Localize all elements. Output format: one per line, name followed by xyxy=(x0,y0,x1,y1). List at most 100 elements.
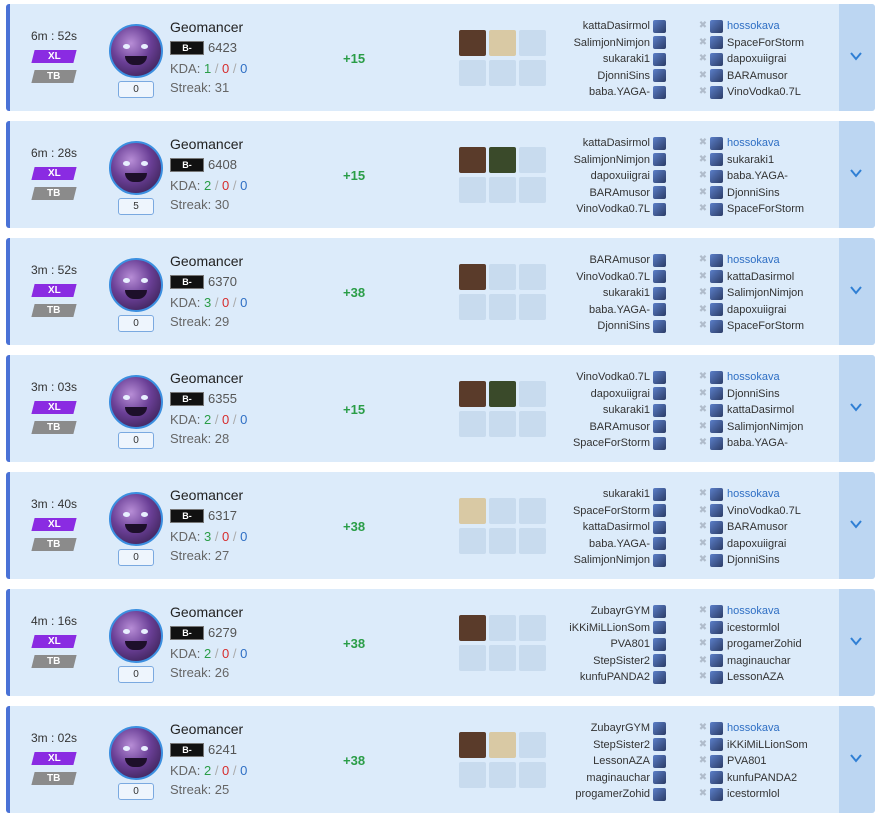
player-name[interactable]: maginauchar xyxy=(586,772,650,784)
team-left-player[interactable]: baba.YAGA- xyxy=(574,84,666,101)
team-right-player[interactable]: DjonniSins xyxy=(710,185,804,202)
team-right-player[interactable]: kattaDasirmol xyxy=(710,269,804,286)
player-name[interactable]: VinoVodka0.7L xyxy=(576,271,650,283)
team-right-player[interactable]: kunfuPANDA2 xyxy=(710,770,808,787)
match-card[interactable]: 3m : 40s XL TB 0 Geomancer B- 6317 KDA: 3 / 0 /… xyxy=(6,472,875,579)
player-name[interactable]: StepSister2 xyxy=(593,739,650,751)
player-name[interactable]: dapoxuiigrai xyxy=(727,304,786,316)
player-name[interactable]: sukaraki1 xyxy=(603,287,650,299)
match-card[interactable]: 6m : 28s XL TB 5 Geomancer B- 6408 KDA: 2 / 0 /… xyxy=(6,121,875,228)
player-name[interactable]: DjonniSins xyxy=(727,388,780,400)
team-right-player[interactable]: hossokava xyxy=(710,603,802,620)
player-name[interactable]: BARAmusor xyxy=(727,70,788,82)
team-left-player[interactable]: dapoxuiigrai xyxy=(573,386,666,403)
player-name[interactable]: sukaraki1 xyxy=(603,53,650,65)
player-name[interactable]: sukaraki1 xyxy=(727,154,774,166)
expand-button[interactable] xyxy=(839,706,875,813)
team-left-player[interactable]: SalimjonNimjon xyxy=(573,552,666,569)
player-name[interactable]: DjonniSins xyxy=(727,554,780,566)
team-right-player[interactable]: BARAmusor xyxy=(710,68,804,85)
team-right-player[interactable]: sukaraki1 xyxy=(710,152,804,169)
player-name[interactable]: icestormlol xyxy=(727,788,780,800)
player-name[interactable]: maginauchar xyxy=(727,655,791,667)
team-left-player[interactable]: PVA801 xyxy=(569,636,666,653)
player-name[interactable]: icestormlol xyxy=(727,622,780,634)
player-name[interactable]: sukaraki1 xyxy=(603,488,650,500)
team-right-player[interactable]: SalimjonNimjon xyxy=(710,285,804,302)
player-name[interactable]: DjonniSins xyxy=(727,187,780,199)
team-right-player[interactable]: dapoxuiigrai xyxy=(710,51,804,68)
player-name[interactable]: SalimjonNimjon xyxy=(727,421,803,433)
player-name[interactable]: kattaDasirmol xyxy=(583,521,650,533)
match-card[interactable]: 3m : 52s XL TB 0 Geomancer B- 6370 KDA: 3 / 0 /… xyxy=(6,238,875,345)
team-right-player[interactable]: baba.YAGA- xyxy=(710,168,804,185)
expand-button[interactable] xyxy=(839,238,875,345)
team-right-player[interactable]: PVA801 xyxy=(710,753,808,770)
player-name[interactable]: StepSister2 xyxy=(593,655,650,667)
team-left-player[interactable]: StepSister2 xyxy=(575,737,666,754)
player-name[interactable]: SpaceForStorm xyxy=(727,203,804,215)
team-right-player[interactable]: icestormlol xyxy=(710,786,808,803)
team-left-player[interactable]: dapoxuiigrai xyxy=(574,168,666,185)
team-right-player[interactable]: hossokava xyxy=(710,720,808,737)
player-name[interactable]: baba.YAGA- xyxy=(589,304,650,316)
team-left-player[interactable]: ZubayrGYM xyxy=(569,603,666,620)
player-name[interactable]: LessonAZA xyxy=(593,755,650,767)
team-right-player[interactable]: SpaceForStorm xyxy=(710,318,804,335)
player-name[interactable]: SalimjonNimjon xyxy=(574,554,650,566)
team-left-player[interactable]: BARAmusor xyxy=(576,252,666,269)
player-name[interactable]: hossokava xyxy=(727,254,780,266)
player-name[interactable]: VinoVodka0.7L xyxy=(576,203,650,215)
team-right-player[interactable]: SpaceForStorm xyxy=(710,35,804,52)
player-name[interactable]: SalimjonNimjon xyxy=(727,287,803,299)
player-name[interactable]: LessonAZA xyxy=(727,671,784,683)
player-name[interactable]: ZubayrGYM xyxy=(591,605,650,617)
team-left-player[interactable]: sukaraki1 xyxy=(574,51,666,68)
player-name[interactable]: VinoVodka0.7L xyxy=(727,86,801,98)
team-left-player[interactable]: SalimjonNimjon xyxy=(574,152,666,169)
team-left-player[interactable]: kunfuPANDA2 xyxy=(569,669,666,686)
team-right-player[interactable]: VinoVodka0.7L xyxy=(710,84,804,101)
team-right-player[interactable]: iKKiMiLLionSom xyxy=(710,737,808,754)
team-right-player[interactable]: kattaDasirmol xyxy=(710,402,803,419)
player-name[interactable]: sukaraki1 xyxy=(603,404,650,416)
expand-button[interactable] xyxy=(839,121,875,228)
team-left-player[interactable]: DjonniSins xyxy=(574,68,666,85)
player-name[interactable]: SalimjonNimjon xyxy=(574,154,650,166)
player-name[interactable]: PVA801 xyxy=(727,755,767,767)
player-name[interactable]: kattaDasirmol xyxy=(583,20,650,32)
player-name[interactable]: SalimjonNimjon xyxy=(574,37,650,49)
player-name[interactable]: BARAmusor xyxy=(589,187,650,199)
team-left-player[interactable]: DjonniSins xyxy=(576,318,666,335)
team-right-player[interactable]: SalimjonNimjon xyxy=(710,419,803,436)
team-left-player[interactable]: sukaraki1 xyxy=(573,402,666,419)
team-left-player[interactable]: sukaraki1 xyxy=(576,285,666,302)
team-left-player[interactable]: baba.YAGA- xyxy=(576,302,666,319)
player-name[interactable]: baba.YAGA- xyxy=(727,170,788,182)
team-left-player[interactable]: BARAmusor xyxy=(573,419,666,436)
team-right-player[interactable]: VinoVodka0.7L xyxy=(710,503,801,520)
team-right-player[interactable]: hossokava xyxy=(710,486,801,503)
match-card[interactable]: 3m : 03s XL TB 0 Geomancer B- 6355 KDA: 2 / 0 /… xyxy=(6,355,875,462)
player-name[interactable]: iKKiMiLLionSom xyxy=(569,622,650,634)
team-right-player[interactable]: progamerZohid xyxy=(710,636,802,653)
player-name[interactable]: hossokava xyxy=(727,488,780,500)
player-name[interactable]: kunfuPANDA2 xyxy=(727,772,797,784)
team-left-player[interactable]: ZubayrGYM xyxy=(575,720,666,737)
player-name[interactable]: DjonniSins xyxy=(597,320,650,332)
player-name[interactable]: hossokava xyxy=(727,137,780,149)
team-right-player[interactable]: SpaceForStorm xyxy=(710,201,804,218)
team-left-player[interactable]: kattaDasirmol xyxy=(574,18,666,35)
team-left-player[interactable]: SpaceForStorm xyxy=(573,503,666,520)
team-right-player[interactable]: icestormlol xyxy=(710,620,802,637)
team-left-player[interactable]: SpaceForStorm xyxy=(573,435,666,452)
team-left-player[interactable]: kattaDasirmol xyxy=(573,519,666,536)
team-left-player[interactable]: BARAmusor xyxy=(574,185,666,202)
player-name[interactable]: hossokava xyxy=(727,20,780,32)
player-name[interactable]: hossokava xyxy=(727,722,780,734)
player-name[interactable]: kattaDasirmol xyxy=(727,404,794,416)
player-name[interactable]: dapoxuiigrai xyxy=(591,170,650,182)
team-left-player[interactable]: VinoVodka0.7L xyxy=(576,269,666,286)
player-name[interactable]: SpaceForStorm xyxy=(727,320,804,332)
team-right-player[interactable]: dapoxuiigrai xyxy=(710,302,804,319)
